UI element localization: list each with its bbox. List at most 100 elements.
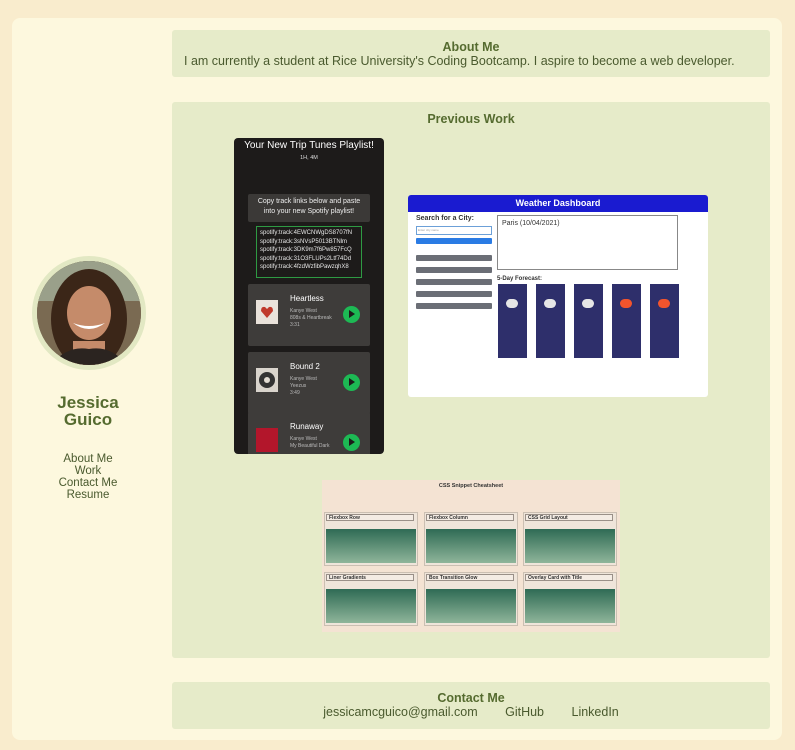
email-link[interactable]: jessicamcguico@gmail.com xyxy=(323,705,477,719)
weather-forecast-label: 5-Day Forecast: xyxy=(497,276,543,282)
song-meta: Kanye West Yeezus 3:49 xyxy=(290,376,317,397)
forecast-day-card xyxy=(536,284,565,358)
song-meta: Kanye West My Beautiful Dark xyxy=(290,436,329,450)
album-art xyxy=(256,300,278,324)
cheatsheet-card: Box Transition Glow xyxy=(424,572,518,626)
trip-tunes-instructions-line1: Copy track links below and paste xyxy=(257,198,361,205)
profile-photo xyxy=(37,261,141,365)
github-link[interactable]: GitHub xyxy=(505,705,544,719)
weather-search-button xyxy=(416,238,492,244)
weather-history-item xyxy=(416,279,492,285)
track-link: spotify:track:4fzdWzfibPawzqhX8 xyxy=(260,264,349,270)
cheatsheet-card-title: Flexbox Column xyxy=(426,514,514,521)
song-time: 3:31 xyxy=(290,322,300,328)
cheatsheet-title: CSS Snippet Cheatsheet xyxy=(438,483,504,489)
page-container: Jessica Guico About Me Work Contact Me R… xyxy=(12,18,782,740)
contact-heading: Contact Me xyxy=(437,691,505,705)
weather-history-item xyxy=(416,303,492,309)
song-card: Bound 2 Kanye West Yeezus 3:49 xyxy=(248,352,370,414)
nav-link-resume[interactable]: Resume xyxy=(32,489,144,501)
cheatsheet-code-block xyxy=(326,529,416,563)
track-link: spotify:track:4EWCNWgDS8707fN xyxy=(260,230,353,236)
weather-history-item xyxy=(416,267,492,273)
trip-tunes-instructions: Copy track links below and paste into yo… xyxy=(248,194,370,222)
cloud-icon xyxy=(506,299,518,308)
song-artist: Kanye West xyxy=(290,376,317,382)
work-section: Previous Work Your New Trip Tunes Playli… xyxy=(172,102,770,658)
nav-link-contact[interactable]: Contact Me xyxy=(32,477,144,489)
play-icon[interactable] xyxy=(343,434,360,451)
cheatsheet-card: Overlay Card with Title xyxy=(523,572,617,626)
cheatsheet-card-title: Liner Gradients xyxy=(326,574,414,581)
forecast-day-card xyxy=(574,284,603,358)
weather-search-input: Enter city name xyxy=(416,226,492,235)
weather-city-header: Paris (10/04/2021) xyxy=(502,220,560,227)
profile-name: Jessica Guico xyxy=(32,394,144,428)
project-trip-tunes[interactable]: Your New Trip Tunes Playlist! 1H, 4M Cop… xyxy=(234,138,384,454)
song-time: 3:49 xyxy=(290,390,300,396)
trip-tunes-track-list: spotify:track:4EWCNWgDS8707fN spotify:tr… xyxy=(256,226,362,278)
cheatsheet-code-block xyxy=(525,589,615,623)
avatar xyxy=(32,256,146,370)
song-name: Heartless xyxy=(290,294,324,303)
cheatsheet-card: Liner Gradients xyxy=(324,572,418,626)
nav-link-about[interactable]: About Me xyxy=(32,453,144,465)
cheatsheet-code-block xyxy=(326,589,416,623)
song-card: Runaway Kanye West My Beautiful Dark xyxy=(248,412,370,454)
song-album: 808s & Heartbreak xyxy=(290,315,332,321)
weather-current-details xyxy=(502,229,673,256)
cheatsheet-card-title: CSS Grid Layout xyxy=(525,514,613,521)
cheatsheet-description xyxy=(322,491,620,494)
album-art xyxy=(256,368,278,392)
track-link: spotify:track:3sNVsP5013BTNlm xyxy=(260,238,348,245)
song-album: Yeezus xyxy=(290,383,307,389)
work-heading: Previous Work xyxy=(427,112,515,126)
weather-current: Paris (10/04/2021) xyxy=(497,215,678,270)
weather-search-placeholder: Enter city name xyxy=(418,228,439,232)
trip-tunes-duration: 1H, 4M xyxy=(300,155,318,161)
song-name: Runaway xyxy=(290,422,324,431)
forecast-day-card xyxy=(498,284,527,358)
forecast-day-card xyxy=(650,284,679,358)
track-link: spotify:track:3DK9m7f6Pw857FcQ xyxy=(260,247,352,253)
cheatsheet-code-block xyxy=(525,529,615,563)
sidebar-nav: About Me Work Contact Me Resume xyxy=(32,453,144,501)
sun-icon xyxy=(658,299,670,308)
cheatsheet-card-title: Box Transition Glow xyxy=(426,574,514,581)
contact-links: jessicamcguico@gmail.com GitHub LinkedIn xyxy=(172,705,770,719)
trip-tunes-title: Your New Trip Tunes Playlist! xyxy=(244,140,374,151)
cloud-icon xyxy=(582,299,594,308)
play-icon[interactable] xyxy=(343,374,360,391)
cheatsheet-code-block xyxy=(426,589,516,623)
cheatsheet-card: CSS Grid Layout xyxy=(523,512,617,566)
cheatsheet-card: Flexbox Row xyxy=(324,512,418,566)
cheatsheet-code-block xyxy=(426,529,516,563)
album-art xyxy=(256,428,278,452)
song-artist: Kanye West xyxy=(290,436,317,442)
cheatsheet-card: Flexbox Column xyxy=(424,512,518,566)
play-icon[interactable] xyxy=(343,306,360,323)
linkedin-link[interactable]: LinkedIn xyxy=(572,705,619,719)
profile-first-name: Jessica xyxy=(57,393,119,412)
cloud-icon xyxy=(544,299,556,308)
weather-search-label: Search for a City: xyxy=(416,215,474,222)
project-weather-dashboard[interactable]: Weather Dashboard Search for a City: Ent… xyxy=(408,195,708,397)
weather-title: Weather Dashboard xyxy=(408,195,708,212)
cheatsheet-card-title: Overlay Card with Title xyxy=(525,574,613,581)
weather-history-item xyxy=(416,255,492,261)
trip-tunes-instructions-line2: into your new Spotify playlist! xyxy=(263,208,355,215)
song-meta: Kanye West 808s & Heartbreak 3:31 xyxy=(290,308,332,329)
sun-icon xyxy=(620,299,632,308)
about-section: About Me I am currently a student at Ric… xyxy=(172,30,770,77)
nav-link-work[interactable]: Work xyxy=(32,465,144,477)
sidebar: Jessica Guico About Me Work Contact Me R… xyxy=(12,18,172,740)
about-text: I am currently a student at Rice Univers… xyxy=(184,54,735,68)
song-name: Bound 2 xyxy=(290,362,320,371)
profile-last-name: Guico xyxy=(63,410,113,429)
track-link: spotify:track:31O3FLUPs2Ltf74Dd xyxy=(260,255,352,262)
weather-history-item xyxy=(416,291,492,297)
song-artist: Kanye West xyxy=(290,308,317,314)
song-album: My Beautiful Dark xyxy=(290,443,330,449)
contact-section: Contact Me jessicamcguico@gmail.com GitH… xyxy=(172,682,770,729)
project-css-cheatsheet[interactable]: CSS Snippet Cheatsheet Flexbox Row Flexb… xyxy=(322,480,620,632)
